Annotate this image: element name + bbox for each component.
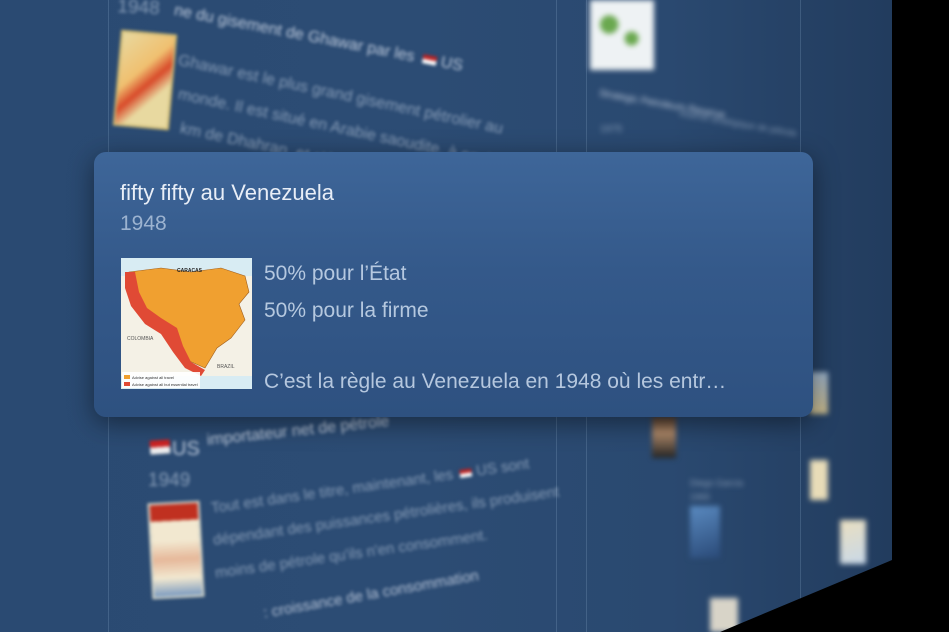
event-year: 1948 xyxy=(120,212,167,235)
card-title-country: US xyxy=(439,53,465,75)
venezuela-map-svg: Advise against all travel Advise against… xyxy=(121,258,252,389)
magazine-cover-thumbnail xyxy=(147,500,205,600)
card-year: 1975 xyxy=(600,124,623,135)
venezuela-map-image: Advise against all travel Advise against… xyxy=(121,258,252,389)
map-label-colombia: COLOMBIA xyxy=(127,336,154,342)
map-legend-orange: Advise against all travel xyxy=(132,375,174,380)
event-detail-line: 50% pour la firme xyxy=(264,299,429,322)
card-title: importateur net de pétrole xyxy=(206,412,390,449)
map-label-brazil: BRAZIL xyxy=(217,364,235,370)
us-flag-icon xyxy=(421,54,438,66)
card-title: Diego García xyxy=(690,478,744,488)
world-map-thumbnail xyxy=(590,0,654,70)
event-title: fifty fifty au Venezuela xyxy=(120,180,335,205)
map-legend-red: Advise against all but essential travel xyxy=(132,382,198,387)
document-thumbnail xyxy=(810,460,828,500)
card-year: 1965 xyxy=(690,492,711,502)
document-thumbnail xyxy=(710,598,738,632)
ghawar-map-thumbnail xyxy=(112,29,178,131)
map-thumbnail xyxy=(690,506,720,558)
us-flag-icon xyxy=(149,439,171,455)
card-year: 1948 xyxy=(116,0,161,20)
card-country: US xyxy=(172,438,200,460)
us-flag-icon xyxy=(459,468,473,478)
card-footer: : croissance de la consommation xyxy=(262,567,481,622)
card-body-country: US sont xyxy=(475,455,531,480)
card-year: 1949 xyxy=(148,470,191,491)
event-detail-line: 50% pour l’État xyxy=(264,262,407,285)
portrait-thumbnail xyxy=(652,416,676,458)
screen: 1948 ne du gisement de Ghawar par les US… xyxy=(0,0,949,632)
event-detail-popup[interactable]: fifty fifty au Venezuela 1948 Advise aga… xyxy=(94,152,813,417)
map-thumbnail xyxy=(840,520,866,564)
card-subtitle: réserve stratégique de pétrole xyxy=(678,108,798,139)
map-label-caracas: CARACAS xyxy=(177,268,203,274)
event-description-snippet: C’est la règle au Venezuela en 1948 où l… xyxy=(264,370,727,393)
card-title-text: ne du gisement de Ghawar par les xyxy=(172,2,417,66)
